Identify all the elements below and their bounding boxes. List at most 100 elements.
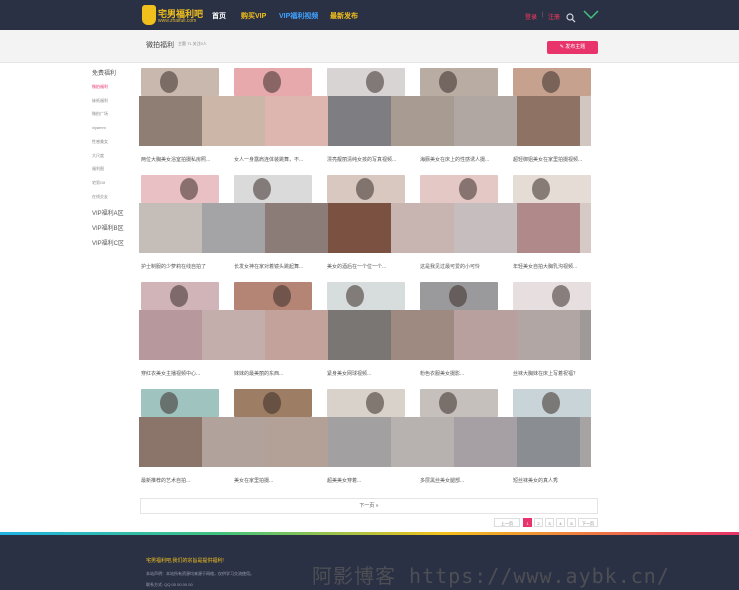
post-thumbnail[interactable] (327, 389, 405, 417)
mosaic-block (139, 417, 202, 467)
post-thumbnail[interactable] (513, 282, 591, 310)
post-caption[interactable]: 两位大胸美女浴室拍摄私房照... (141, 156, 223, 163)
pager-page-3[interactable]: 3 (545, 518, 554, 527)
mosaic-block (580, 417, 591, 467)
pager-prev[interactable]: 上一页 (494, 518, 520, 527)
sidebar-item-vip-c[interactable]: VIP福利C区 (92, 238, 124, 247)
mosaic-block (328, 203, 391, 253)
sidebar-item-meizhi[interactable]: 妹纸福利 (92, 98, 108, 104)
post-caption[interactable]: 海豚美女在床上的性感诱人摄... (420, 156, 502, 163)
sidebar-item-vip-b[interactable]: VIP福利B区 (92, 223, 124, 232)
post-thumbnail[interactable] (513, 175, 591, 203)
post-caption[interactable]: 护士制服的少萝莉在线自拍了 (141, 263, 223, 270)
register-link[interactable]: 注册 (548, 12, 560, 21)
mosaic-block (391, 310, 454, 360)
post-thumbnail[interactable] (327, 282, 405, 310)
forum-header: 微拍福利 主题 71 关注0人 (0, 30, 739, 63)
mosaic-block (202, 96, 265, 146)
sidebar-item-pics[interactable]: 福利图 (92, 166, 104, 172)
watermark-text: 阿影博客 https://www.aybk.cn/ (312, 564, 670, 588)
footer-disclaimer: 本站声明：本站所有资源均来源于网络，仅供学习交流使用。 (146, 571, 254, 576)
post-thumbnail[interactable] (141, 68, 219, 96)
mosaic-block (202, 417, 265, 467)
post-caption[interactable]: 超轻御姐美女在家里拍摄视频... (513, 156, 595, 163)
mosaic-block (517, 310, 580, 360)
pager-next[interactable]: 下一页 (578, 518, 598, 527)
post-caption[interactable]: 长发女神在家对着镜头跳起舞... (234, 263, 316, 270)
sidebar-item-dating[interactable]: 在线交友 (92, 194, 108, 200)
post-caption[interactable]: 紧身美女网球视频... (327, 370, 409, 377)
mosaic-block (391, 417, 454, 467)
post-caption[interactable]: 美女的酒后在一个位一个... (327, 263, 409, 270)
pager-page-1[interactable]: 1 (523, 518, 532, 527)
pager-page-5[interactable]: 5 (567, 518, 576, 527)
post-caption[interactable]: 最新推荐的艺术自拍... (141, 477, 223, 484)
publish-topic-button[interactable]: ✎ 发布主题 (547, 41, 598, 54)
post-caption[interactable]: 美女在家里拍摄... (234, 477, 316, 484)
load-more-button[interactable]: 下一页 » (140, 498, 598, 514)
chevron-down-icon[interactable] (583, 8, 599, 20)
sidebar-item-free[interactable]: 免费福利 (92, 68, 116, 77)
sidebar-item-bold[interactable]: 大尺度 (92, 153, 104, 159)
mosaic-block (517, 417, 580, 467)
post-thumbnail[interactable] (420, 389, 498, 417)
login-link[interactable]: 登录 (525, 12, 537, 21)
post-caption[interactable]: 妹妹的最美丽的东西... (234, 370, 316, 377)
mosaic-block (202, 310, 265, 360)
login-separator: | (542, 12, 544, 18)
site-logo[interactable]: 宅男福利吧 www.zhaifuli.com (142, 5, 204, 26)
sidebar-item-xiyamm[interactable]: xiyamm (92, 125, 106, 130)
post-caption[interactable]: 粉色衣服美女摄影... (420, 370, 502, 377)
post-caption[interactable]: 女人一身露肩连体装跳舞，不... (234, 156, 316, 163)
sidebar-item-gif[interactable]: 宅男Gif (92, 180, 105, 186)
post-thumbnail[interactable] (420, 175, 498, 203)
post-caption[interactable]: 年轻美女自拍大胸乳沟视频... (513, 263, 595, 270)
post-thumbnail[interactable] (234, 282, 312, 310)
mosaic-block (202, 203, 265, 253)
mosaic-block (580, 203, 591, 253)
post-caption[interactable]: 漂亮靓丽清纯女孩的写真视频... (327, 156, 409, 163)
post-thumbnail[interactable] (234, 68, 312, 96)
mosaic-block (454, 310, 517, 360)
mosaic-block (139, 96, 202, 146)
post-thumbnail[interactable] (141, 282, 219, 310)
post-thumbnail[interactable] (420, 68, 498, 96)
post-thumbnail[interactable] (513, 389, 591, 417)
post-caption[interactable]: 穿红衣美女主播视频中心... (141, 370, 223, 377)
sidebar-item-square[interactable]: 微拍广场 (92, 111, 108, 117)
post-caption[interactable]: 丝袜大胸妹在床上写着祝福？ (513, 370, 595, 377)
sidebar-item-vip-a[interactable]: VIP福利A区 (92, 208, 124, 217)
forum-meta: 主题 71 关注0人 (178, 41, 207, 46)
post-thumbnail[interactable] (234, 175, 312, 203)
search-icon[interactable] (566, 10, 576, 23)
post-caption[interactable]: 这是我见过最可爱的小可怜 (420, 263, 502, 270)
nav-latest[interactable]: 最新发布 (330, 11, 358, 21)
mosaic-block (139, 203, 202, 253)
publish-label: 发布主题 (565, 44, 586, 50)
sidebar-item-weipai[interactable]: 微拍福利 (92, 84, 108, 90)
mosaic-block (265, 417, 328, 467)
pager-page-4[interactable]: 4 (556, 518, 565, 527)
post-thumbnail[interactable] (327, 68, 405, 96)
mosaic-block (580, 96, 591, 146)
post-thumbnail[interactable] (141, 175, 219, 203)
post-thumbnail[interactable] (234, 389, 312, 417)
post-caption[interactable]: 超美美女穿着... (327, 477, 409, 484)
sidebar-item-sexy[interactable]: 性感美女 (92, 139, 108, 145)
pager-page-2[interactable]: 2 (534, 518, 543, 527)
mosaic-block (265, 96, 328, 146)
mosaic-block (517, 96, 580, 146)
post-caption[interactable]: 多层黑丝美女腿部... (420, 477, 502, 484)
mosaic-block (580, 310, 591, 360)
mosaic-block (139, 310, 202, 360)
nav-home[interactable]: 首页 (212, 11, 226, 21)
post-thumbnail[interactable] (327, 175, 405, 203)
post-thumbnail[interactable] (141, 389, 219, 417)
nav-buy-vip[interactable]: 购买VIP (241, 11, 266, 21)
post-thumbnail[interactable] (513, 68, 591, 96)
forum-title: 微拍福利 (146, 42, 174, 49)
post-thumbnail[interactable] (420, 282, 498, 310)
post-caption[interactable]: 短丝袜美女的真人秀 (513, 477, 595, 484)
footer-contact: 联系方式: QQ 00 00 00 00 (146, 582, 193, 587)
nav-vip-videos[interactable]: VIP福利视频 (279, 11, 318, 21)
